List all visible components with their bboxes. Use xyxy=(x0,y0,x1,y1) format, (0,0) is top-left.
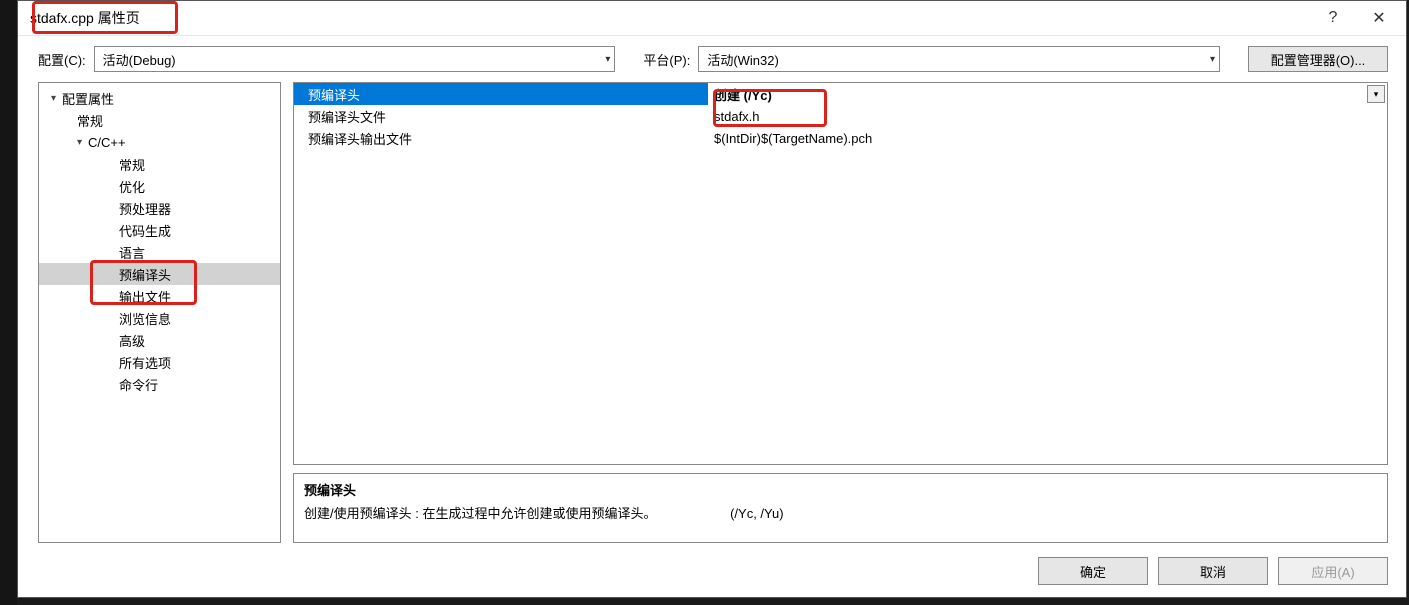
collapse-icon: ▾ xyxy=(77,137,82,148)
tree-item-precompiled-headers[interactable]: 预编译头 xyxy=(39,263,280,285)
grid-row-precompiled-header[interactable]: 预编译头 创建 (/Yc) xyxy=(294,83,1387,105)
tree-general[interactable]: 常规 xyxy=(39,109,280,131)
tree-ccpp[interactable]: ▾ C/C++ xyxy=(39,131,280,153)
tree-item-codegen[interactable]: 代码生成 xyxy=(39,219,280,241)
chevron-down-icon: ▾ xyxy=(605,54,610,65)
chevron-down-icon: ▾ xyxy=(1210,54,1215,65)
tree-item-all-options[interactable]: 所有选项 xyxy=(39,351,280,373)
grid-label: 预编译头输出文件 xyxy=(294,127,708,149)
platform-value: 活动(Win32) xyxy=(707,50,779,69)
grid-value[interactable]: 创建 (/Yc) xyxy=(708,83,1387,105)
config-manager-button[interactable]: 配置管理器(O)... xyxy=(1248,46,1388,72)
tree-item-optimization[interactable]: 优化 xyxy=(39,175,280,197)
grid-row-pch-file[interactable]: 预编译头文件 stdafx.h xyxy=(294,105,1387,127)
window-title: stdafx.cpp 属性页 xyxy=(26,6,144,30)
tree-item-output-files[interactable]: 输出文件 xyxy=(39,285,280,307)
configuration-combo[interactable]: 活动(Debug) ▾ xyxy=(94,46,616,72)
tree-item-command-line[interactable]: 命令行 xyxy=(39,373,280,395)
platform-combo[interactable]: 活动(Win32) ▾ xyxy=(698,46,1220,72)
tree-item-general[interactable]: 常规 xyxy=(39,153,280,175)
dialog-buttons: 确定 取消 应用(A) xyxy=(18,547,1406,597)
property-pages-dialog: stdafx.cpp 属性页 ? ✕ 配置(C): 活动(Debug) ▾ 平台… xyxy=(17,0,1407,598)
tree-item-preprocessor[interactable]: 预处理器 xyxy=(39,197,280,219)
ok-button[interactable]: 确定 xyxy=(1038,557,1148,585)
property-grid: 预编译头 创建 (/Yc) 预编译头文件 stdafx.h 预编译头输出文件 $… xyxy=(293,82,1388,465)
categories-tree[interactable]: ▾ 配置属性 常规 ▾ C/C++ 常规 优化 预处理器 代码生成 语言 预编译… xyxy=(38,82,281,543)
editor-gutter xyxy=(0,0,17,605)
right-column: 预编译头 创建 (/Yc) 预编译头文件 stdafx.h 预编译头输出文件 $… xyxy=(293,82,1388,543)
tree-item-browse-info[interactable]: 浏览信息 xyxy=(39,307,280,329)
config-toolbar: 配置(C): 活动(Debug) ▾ 平台(P): 活动(Win32) ▾ 配置… xyxy=(18,36,1406,82)
description-panel: 预编译头 创建/使用预编译头 : 在生成过程中允许创建或使用预编译头。 (/Yc… xyxy=(293,473,1388,543)
grid-label: 预编译头文件 xyxy=(294,105,708,127)
grid-label: 预编译头 xyxy=(294,83,708,105)
help-button[interactable]: ? xyxy=(1310,2,1356,34)
grid-row-pch-output[interactable]: 预编译头输出文件 $(IntDir)$(TargetName).pch xyxy=(294,127,1387,149)
chevron-down-icon: ▾ xyxy=(1374,89,1379,100)
tree-item-advanced[interactable]: 高级 xyxy=(39,329,280,351)
grid-dropdown-button[interactable]: ▾ xyxy=(1367,85,1385,103)
tree-root[interactable]: ▾ 配置属性 xyxy=(39,87,280,109)
cancel-button[interactable]: 取消 xyxy=(1158,557,1268,585)
collapse-icon: ▾ xyxy=(51,93,56,104)
platform-label: 平台(P): xyxy=(643,50,690,69)
close-button[interactable]: ✕ xyxy=(1356,2,1402,34)
tree-item-language[interactable]: 语言 xyxy=(39,241,280,263)
configuration-value: 活动(Debug) xyxy=(103,50,176,69)
description-text: 创建/使用预编译头 : 在生成过程中允许创建或使用预编译头。 (/Yc, /Yu… xyxy=(304,503,1377,522)
description-title: 预编译头 xyxy=(304,480,1377,499)
config-label: 配置(C): xyxy=(38,50,86,69)
titlebar: stdafx.cpp 属性页 ? ✕ xyxy=(18,1,1406,36)
apply-button: 应用(A) xyxy=(1278,557,1388,585)
grid-value[interactable]: stdafx.h xyxy=(708,105,1387,127)
grid-value[interactable]: $(IntDir)$(TargetName).pch xyxy=(708,127,1387,149)
main-area: ▾ 配置属性 常规 ▾ C/C++ 常规 优化 预处理器 代码生成 语言 预编译… xyxy=(18,82,1406,547)
